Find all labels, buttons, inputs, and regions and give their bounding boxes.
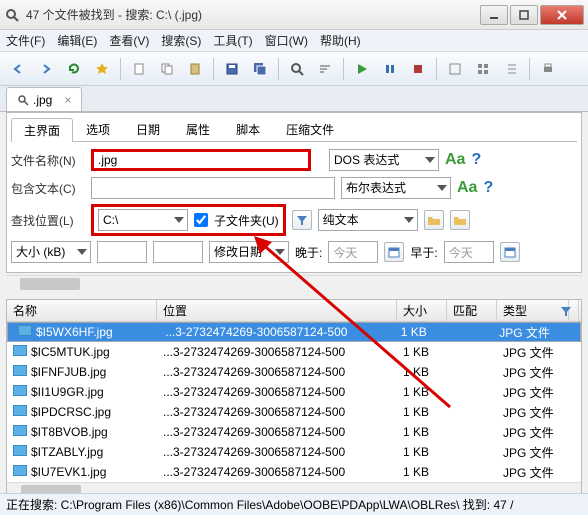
filter-button[interactable] xyxy=(292,210,312,230)
contains-input[interactable] xyxy=(91,177,335,199)
refresh-button[interactable] xyxy=(62,57,86,81)
paste-button[interactable] xyxy=(183,57,207,81)
table-row[interactable]: $IC5MTUK.jpg...3-2732474269-3006587124-5… xyxy=(7,342,581,362)
close-button[interactable] xyxy=(540,5,584,25)
table-row[interactable]: $IFNFJUB.jpg...3-2732474269-3006587124-5… xyxy=(7,362,581,382)
calendar-icon-1[interactable] xyxy=(384,242,404,262)
table-row[interactable]: $I5WX6HF.jpg...3-2732474269-3006587124-5… xyxy=(7,322,581,342)
maximize-button[interactable] xyxy=(510,5,538,25)
minimize-button[interactable] xyxy=(480,5,508,25)
subfolder-label: 子文件夹(U) xyxy=(214,212,279,229)
subtabs: 主界面选项日期属性脚本压缩文件 xyxy=(11,117,577,142)
filename-mode-select[interactable]: DOS 表达式 xyxy=(329,149,439,171)
contains-label: 包含文本(C) xyxy=(11,180,85,197)
list-header: 名称 位置 大小 匹配 类型 xyxy=(7,300,581,322)
stop-button[interactable] xyxy=(406,57,430,81)
size-min-input[interactable] xyxy=(97,241,147,263)
menu-item[interactable]: 查看(V) xyxy=(109,32,149,49)
forward-button[interactable] xyxy=(34,57,58,81)
subtab[interactable]: 主界面 xyxy=(11,118,73,142)
col-location[interactable]: 位置 xyxy=(157,300,397,321)
filter-icon[interactable] xyxy=(554,300,579,321)
date-later-input[interactable] xyxy=(328,241,378,263)
table-row[interactable]: $IU7EVK1.jpg...3-2732474269-3006587124-5… xyxy=(7,462,581,482)
copy-button[interactable] xyxy=(155,57,179,81)
subtab[interactable]: 压缩文件 xyxy=(273,117,347,141)
size-select[interactable]: 大小 (kB) xyxy=(11,241,91,263)
table-row[interactable]: $IPDCRSC.jpg...3-2732474269-3006587124-5… xyxy=(7,402,581,422)
toolbar xyxy=(0,52,588,86)
print-button[interactable] xyxy=(536,57,560,81)
encoding-select[interactable]: 纯文本 xyxy=(318,209,418,231)
file-tab-label: .jpg xyxy=(33,93,52,107)
date-select[interactable]: 修改日期 xyxy=(209,241,289,263)
window-title: 47 个文件被找到 - 搜索: C:\ (.jpg) xyxy=(26,6,480,23)
subfolder-checkbox[interactable] xyxy=(194,213,208,227)
table-row[interactable]: $IT8BVOB.jpg...3-2732474269-3006587124-5… xyxy=(7,422,581,442)
menu-item[interactable]: 编辑(E) xyxy=(57,32,97,49)
search-button[interactable] xyxy=(285,57,309,81)
case-toggle-2[interactable]: Aa xyxy=(457,179,477,197)
col-match[interactable]: 匹配 xyxy=(447,300,497,321)
menu-item[interactable]: 窗口(W) xyxy=(265,32,308,49)
subtab[interactable]: 日期 xyxy=(123,117,173,141)
size-max-input[interactable] xyxy=(153,241,203,263)
folder-button-2[interactable] xyxy=(450,210,470,230)
col-name[interactable]: 名称 xyxy=(7,300,157,321)
subtab[interactable]: 选项 xyxy=(73,117,123,141)
table-row[interactable]: $ITZABLY.jpg...3-2732474269-3006587124-5… xyxy=(7,442,581,462)
date-earlier-input[interactable] xyxy=(444,241,494,263)
file-tabbar: .jpg × xyxy=(0,86,588,112)
app-icon xyxy=(4,7,20,23)
subtab[interactable]: 脚本 xyxy=(223,117,273,141)
menu-item[interactable]: 帮助(H) xyxy=(320,32,361,49)
filename-input[interactable] xyxy=(91,149,311,171)
view1-button[interactable] xyxy=(443,57,467,81)
help-icon[interactable]: ? xyxy=(471,151,481,169)
view3-button[interactable] xyxy=(499,57,523,81)
pause-button[interactable] xyxy=(378,57,402,81)
saveall-button[interactable] xyxy=(248,57,272,81)
favorite-button[interactable] xyxy=(90,57,114,81)
sort-button[interactable] xyxy=(313,57,337,81)
menu-item[interactable]: 文件(F) xyxy=(6,32,45,49)
subtab[interactable]: 属性 xyxy=(173,117,223,141)
save-button[interactable] xyxy=(220,57,244,81)
search-icon xyxy=(17,94,29,106)
help-icon-2[interactable]: ? xyxy=(483,179,493,197)
menu-item[interactable]: 搜索(S) xyxy=(161,32,201,49)
hscroll-thumb[interactable] xyxy=(20,278,80,290)
location-label: 查找位置(L) xyxy=(11,212,85,229)
folder-button-1[interactable] xyxy=(424,210,444,230)
contains-mode-select[interactable]: 布尔表达式 xyxy=(341,177,451,199)
calendar-icon-2[interactable] xyxy=(500,242,520,262)
menubar: 文件(F) 编辑(E) 查看(V) 搜索(S) 工具(T) 窗口(W) 帮助(H) xyxy=(0,30,588,52)
location-select[interactable]: C:\ xyxy=(98,209,188,231)
results-list: 名称 位置 大小 匹配 类型 $I5WX6HF.jpg...3-27324742… xyxy=(6,299,582,499)
menu-item[interactable]: 工具(T) xyxy=(213,32,252,49)
filename-label: 文件名称(N) xyxy=(11,152,85,169)
back-button[interactable] xyxy=(6,57,30,81)
view2-button[interactable] xyxy=(471,57,495,81)
tab-close-icon[interactable]: × xyxy=(64,93,71,107)
table-row[interactable]: $II1U9GR.jpg...3-2732474269-3006587124-5… xyxy=(7,382,581,402)
titlebar: 47 个文件被找到 - 搜索: C:\ (.jpg) xyxy=(0,0,588,30)
case-toggle[interactable]: Aa xyxy=(445,151,465,169)
col-size[interactable]: 大小 xyxy=(397,300,447,321)
status-text: 正在搜索: C:\Program Files (x86)\Common File… xyxy=(6,496,513,513)
earlier-label: 早于: xyxy=(410,244,437,261)
search-pane: 主界面选项日期属性脚本压缩文件 文件名称(N) DOS 表达式 Aa ? 包含文… xyxy=(6,112,582,273)
new-button[interactable] xyxy=(127,57,151,81)
play-button[interactable] xyxy=(350,57,374,81)
statusbar: 正在搜索: C:\Program Files (x86)\Common File… xyxy=(0,493,588,515)
file-tab[interactable]: .jpg × xyxy=(6,87,82,111)
later-label: 晚于: xyxy=(295,244,322,261)
